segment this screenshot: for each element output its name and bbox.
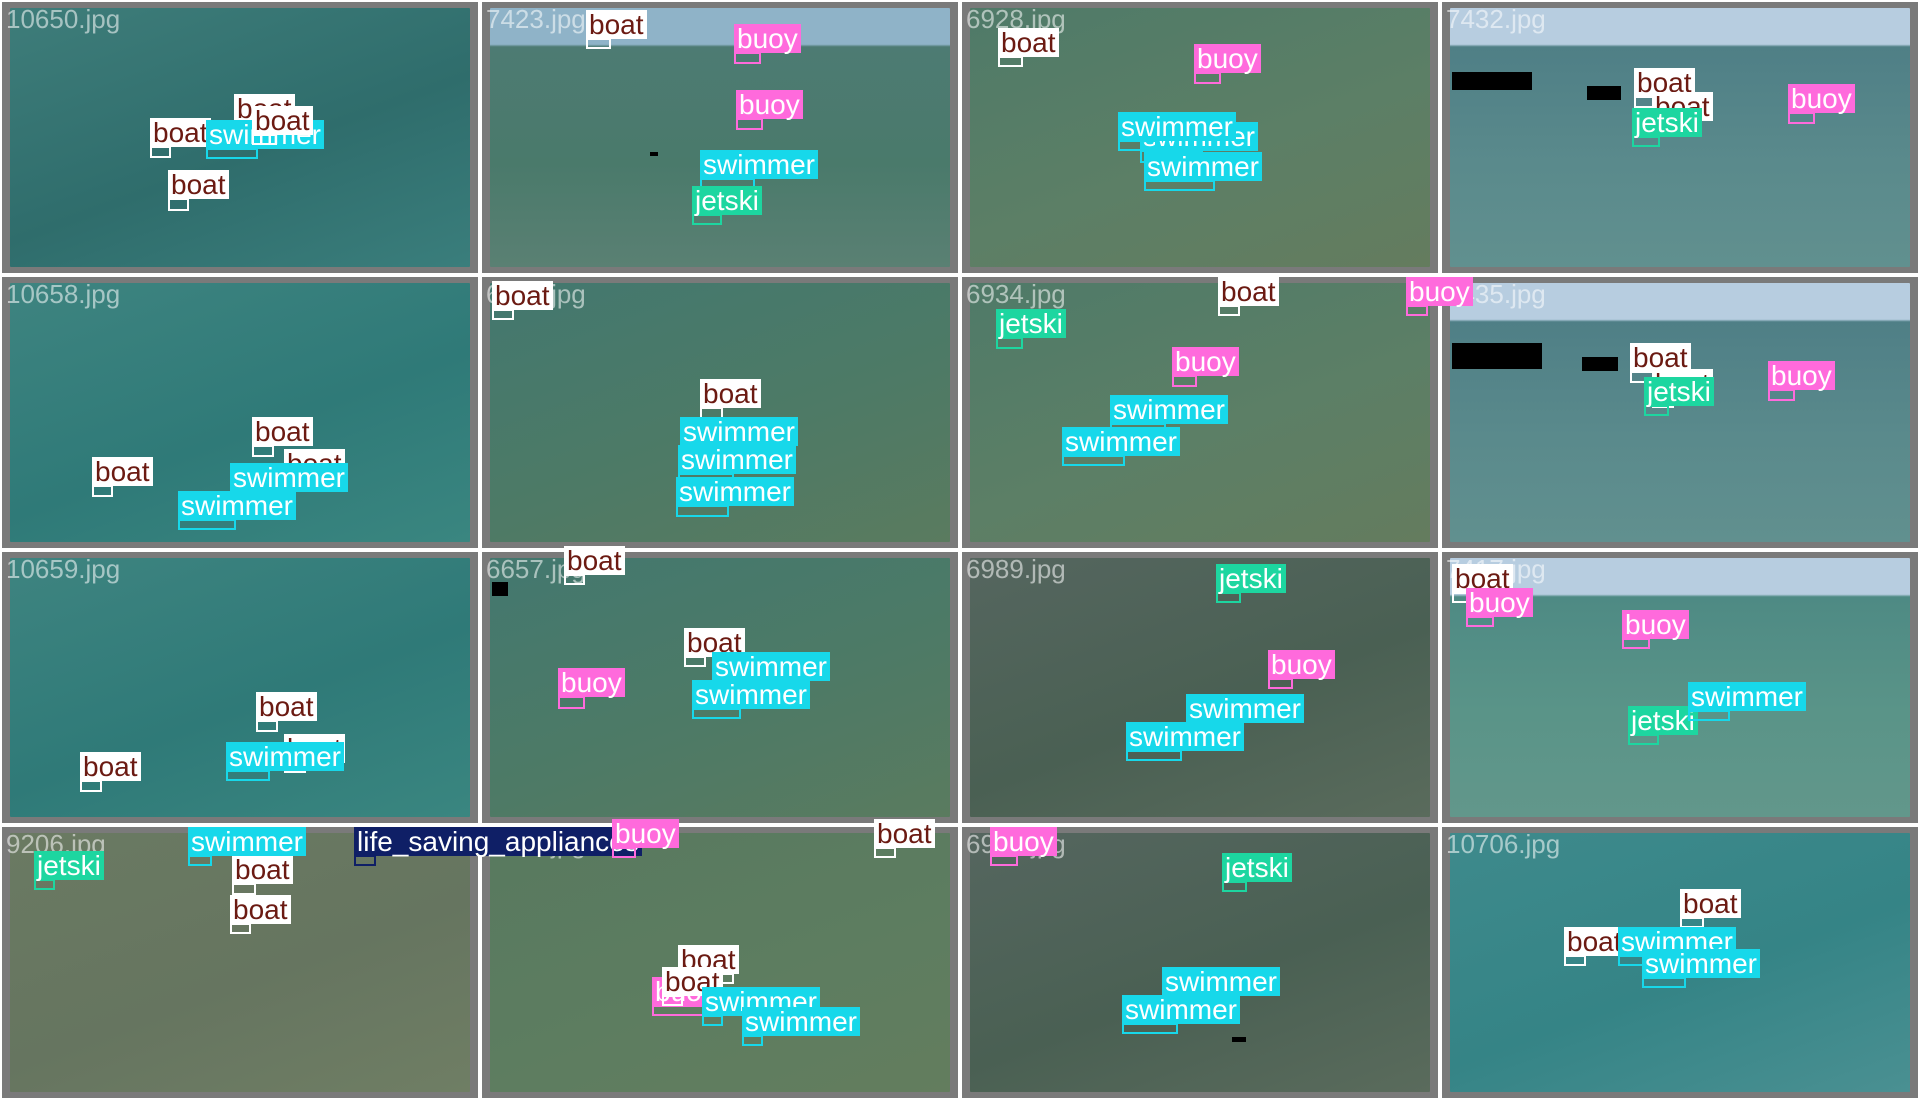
aerial-water-image bbox=[970, 558, 1430, 817]
detection-label: buoy bbox=[734, 24, 801, 53]
detection-label: swimmer bbox=[692, 680, 810, 709]
detection-label: swimmer bbox=[680, 417, 798, 446]
image-tile[interactable]: 6928.jpgboatbuoyswimmerswimmerswimmer bbox=[962, 2, 1438, 273]
detection-label: swimmer bbox=[676, 477, 794, 506]
detection-label: swimmer bbox=[678, 445, 796, 474]
detection-label: jetski bbox=[692, 186, 762, 215]
image-tile[interactable]: 7417.jpgboatbuoybuoyjetskiswimmer bbox=[1442, 552, 1918, 823]
redaction-mask bbox=[1452, 343, 1542, 369]
image-tile[interactable]: 7435.jpgboatboatjetskibuoy bbox=[1442, 277, 1918, 548]
detection-label: jetski bbox=[1644, 377, 1714, 406]
detection-label: jetski bbox=[34, 851, 104, 880]
detection-label: jetski bbox=[1222, 853, 1292, 882]
image-tile[interactable]: 6675.jpgbuoyboatboatbuoyboatswimmerswimm… bbox=[482, 819, 958, 1098]
detection-label: buoy bbox=[1406, 277, 1473, 306]
detection-label: boat bbox=[564, 546, 625, 575]
redaction-mask bbox=[492, 582, 508, 596]
detection-label: boat bbox=[150, 118, 211, 147]
aerial-water-image bbox=[490, 8, 950, 267]
detection-label: jetski bbox=[1216, 564, 1286, 593]
image-tile[interactable]: 10658.jpgboatboatboatswimmerswimmer bbox=[2, 277, 478, 548]
detection-label: buoy bbox=[1768, 361, 1835, 390]
image-tile[interactable]: 6989.jpg jetski buoy swimmer swimmer bbox=[962, 552, 1438, 823]
redaction-mask bbox=[1452, 72, 1532, 90]
image-tile[interactable]: 10659.jpgboatboatboatswimmer bbox=[2, 552, 478, 823]
detection-label: boat bbox=[252, 106, 313, 135]
image-tile[interactable]: 10650.jpgboatboatswimmerboatboat bbox=[2, 2, 478, 273]
detection-label: jetski bbox=[1632, 108, 1702, 137]
detection-label: swimmer bbox=[1186, 694, 1304, 723]
detection-label: buoy bbox=[1194, 44, 1261, 73]
image-tile[interactable]: 6657.jpg boat boat buoy swimmer swimmer bbox=[482, 546, 958, 823]
detection-label: buoy bbox=[1172, 347, 1239, 376]
detection-label: swimmer bbox=[1126, 722, 1244, 751]
redaction-mask bbox=[1582, 357, 1618, 371]
detection-label: boat bbox=[232, 855, 293, 884]
image-tile[interactable]: 10706.jpg boat boat swimmer swimmer bbox=[1442, 827, 1918, 1098]
detection-label: boat bbox=[998, 28, 1059, 57]
detection-label: boat bbox=[1218, 277, 1279, 306]
detection-label: swimmer bbox=[226, 742, 344, 771]
detection-label: boat bbox=[492, 281, 553, 310]
detection-label: buoy bbox=[1268, 650, 1335, 679]
detection-label: swimmer bbox=[1144, 152, 1262, 181]
detection-label: buoy bbox=[1622, 610, 1689, 639]
detection-mosaic: 10650.jpgboatboatswimmerboatboat7423.jpg… bbox=[0, 0, 1920, 1100]
detection-label: buoy bbox=[736, 90, 803, 119]
image-tile[interactable]: 7423.jpg boat buoy buoy swimmer jetski bbox=[482, 2, 958, 273]
image-tile[interactable]: 7432.jpg boat boat jetski buoy bbox=[1442, 2, 1918, 273]
detection-label: buoy bbox=[1466, 588, 1533, 617]
detection-label: swimmer bbox=[1122, 995, 1240, 1024]
detection-label: swimmer bbox=[230, 463, 348, 492]
aerial-water-image bbox=[1450, 283, 1910, 542]
detection-label: boat bbox=[168, 170, 229, 199]
redaction-mask bbox=[650, 152, 658, 156]
detection-label: swimmer bbox=[700, 150, 818, 179]
detection-label: swimmer bbox=[178, 491, 296, 520]
detection-label: boat bbox=[1680, 889, 1741, 918]
detection-label: boat bbox=[252, 417, 313, 446]
redaction-mask bbox=[1587, 86, 1621, 100]
image-tile[interactable]: 6634.jpgboatboatswimmerswimmerswimmer bbox=[482, 277, 958, 548]
detection-label: boat bbox=[1564, 927, 1625, 956]
detection-label: buoy bbox=[612, 819, 679, 848]
detection-label: swimmer bbox=[1118, 112, 1236, 141]
detection-label: swimmer bbox=[1110, 395, 1228, 424]
redaction-mask bbox=[1232, 1037, 1246, 1042]
detection-label: life_saving_appliances bbox=[354, 827, 642, 856]
aerial-water-image bbox=[970, 833, 1430, 1092]
detection-label: boat bbox=[92, 457, 153, 486]
detection-label: buoy bbox=[990, 827, 1057, 856]
detection-label: buoy bbox=[558, 668, 625, 697]
detection-label: boat bbox=[80, 752, 141, 781]
detection-label: boat bbox=[874, 819, 935, 848]
detection-label: swimmer bbox=[188, 827, 306, 856]
detection-label: buoy bbox=[1788, 84, 1855, 113]
detection-label: boat bbox=[586, 10, 647, 39]
detection-label: boat bbox=[256, 692, 317, 721]
image-tile[interactable]: 9206.jpg boat jetski swimmer life_saving_app… bbox=[2, 827, 642, 1098]
detection-label: swimmer bbox=[1688, 682, 1806, 711]
detection-label: jetski bbox=[996, 309, 1066, 338]
detection-label: boat bbox=[700, 379, 761, 408]
detection-label: swimmer bbox=[1162, 967, 1280, 996]
detection-label: swimmer bbox=[1642, 949, 1760, 978]
detection-label: swimmer bbox=[1062, 427, 1180, 456]
image-tile[interactable]: 6934.jpg jetski buoy swimmer swimmer boat buoy bbox=[962, 277, 1473, 548]
detection-label: swimmer bbox=[712, 652, 830, 681]
image-tile[interactable]: 6996.jpgjetskibuoyswimmerswimmer bbox=[962, 827, 1438, 1098]
detection-label: boat bbox=[230, 895, 291, 924]
detection-label: swimmer bbox=[742, 1007, 860, 1036]
